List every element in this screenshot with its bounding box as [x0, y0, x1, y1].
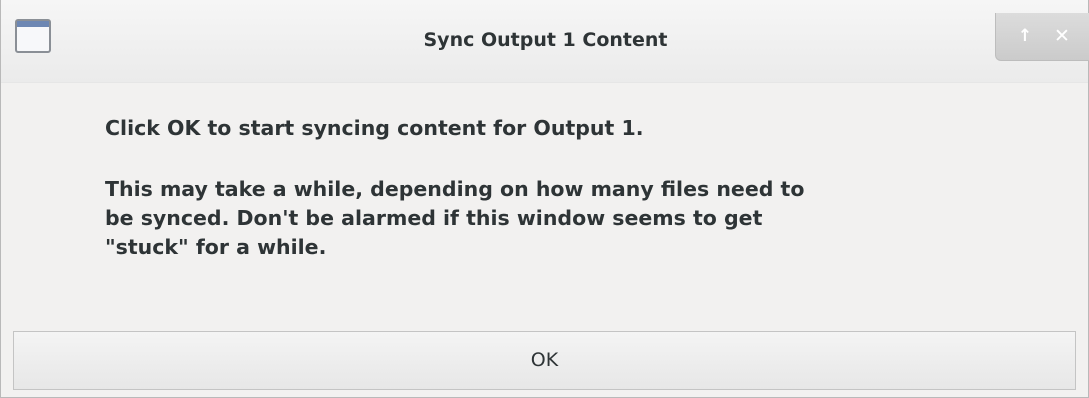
message-paragraph-2-line-2: be synced. Don't be alarmed if this wind…: [105, 206, 763, 230]
message-paragraph-2: This may take a while, depending on how …: [105, 175, 1045, 262]
dialog-message: Click OK to start syncing content for Ou…: [105, 114, 1045, 262]
message-paragraph-2-line-1: This may take a while, depending on how …: [105, 177, 805, 201]
title-bar[interactable]: Sync Output 1 Content ↑ ✕: [1, 0, 1089, 83]
window-title: Sync Output 1 Content: [423, 29, 668, 51]
ok-button[interactable]: OK: [13, 331, 1076, 390]
window-controls: ↑ ✕: [995, 13, 1089, 61]
message-paragraph-2-line-3: "stuck" for a while.: [105, 235, 327, 259]
dialog-window: Sync Output 1 Content ↑ ✕ Click OK to st…: [0, 0, 1089, 398]
arrow-up-icon[interactable]: ↑: [1012, 23, 1038, 49]
message-line-1: Click OK to start syncing content for Ou…: [105, 116, 644, 140]
close-icon[interactable]: ✕: [1049, 23, 1075, 49]
